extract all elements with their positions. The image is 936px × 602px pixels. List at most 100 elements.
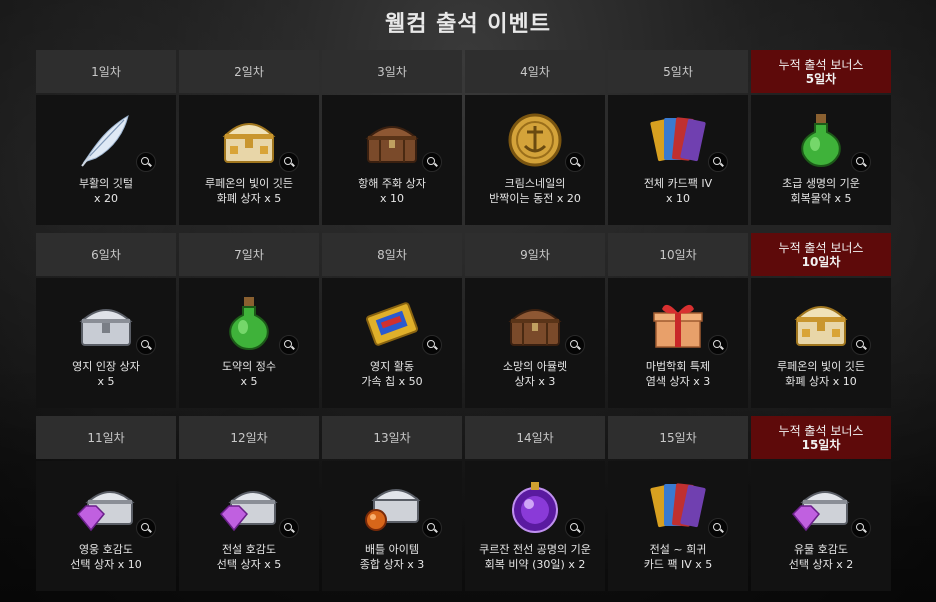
reward-body: 마법학회 특제 염색 상자 x 3 xyxy=(608,278,748,408)
reward-quantity: 화폐 상자 x 10 xyxy=(785,375,857,388)
reward-quantity: x 10 xyxy=(665,192,690,205)
gem-chest-icon xyxy=(74,474,156,538)
purple-orb-icon xyxy=(503,474,585,538)
reward-body: 루페온의 빛이 깃든 화폐 상자 x 5 xyxy=(179,95,319,225)
magnifier-icon[interactable] xyxy=(422,518,442,538)
reward-body: 항해 주화 상자 x 10 xyxy=(322,95,462,225)
day-header: 5일차 xyxy=(608,50,748,93)
card-pack-icon xyxy=(646,108,728,172)
reward-body: 전설 ~ 희귀 카드 팩 IV x 5 xyxy=(608,461,748,591)
reward-name-line: 쿠르잔 전선 공명의 기운 xyxy=(479,543,591,556)
reward-body: 초급 생명의 기운 회복물약 x 5 xyxy=(751,95,891,225)
magnifier-icon[interactable] xyxy=(565,335,585,355)
day-label: 9일차 xyxy=(520,248,550,262)
reward-cell: 15일차전설 ~ 희귀 카드 팩 IV x 5 xyxy=(608,416,748,591)
day-header: 2일차 xyxy=(179,50,319,93)
reward-name: 소망의 아뮬렛 상자 x 3 xyxy=(469,359,601,389)
day-label: 7일차 xyxy=(234,248,264,262)
reward-quantity: 회복물약 x 5 xyxy=(790,192,852,205)
day-header: 10일차 xyxy=(608,233,748,276)
reward-name: 전설 ~ 희귀 카드 팩 IV x 5 xyxy=(612,542,744,572)
day-label: 4일차 xyxy=(520,65,550,79)
day-header: 4일차 xyxy=(465,50,605,93)
reward-cell: 1일차 부활의 깃털 x 20 xyxy=(36,50,176,225)
reward-cell: 7일차도약의 정수 x 5 xyxy=(179,233,319,408)
day-header: 12일차 xyxy=(179,416,319,459)
reward-name-line: 전체 카드팩 IV xyxy=(643,177,713,190)
magnifier-icon[interactable] xyxy=(279,335,299,355)
reward-name-line: 영지 활동 xyxy=(370,360,414,373)
reward-cell: 2일차 루페온의 빛이 깃든 화폐 상자 x 5 xyxy=(179,50,319,225)
magnifier-icon[interactable] xyxy=(422,152,442,172)
wooden-chest-icon xyxy=(360,108,442,172)
reward-name-line: 영웅 호감도 xyxy=(78,543,134,556)
day-header: 7일차 xyxy=(179,233,319,276)
green-potion-icon xyxy=(217,291,299,355)
reward-name: 쿠르잔 전선 공명의 기운 회복 비약 (30일) x 2 xyxy=(469,542,601,572)
silver-chest-icon xyxy=(74,291,156,355)
reward-name-line: 영지 인장 상자 xyxy=(72,360,140,373)
reward-body: 전설 호감도 선택 상자 x 5 xyxy=(179,461,319,591)
reward-name: 루페온의 빛이 깃든화폐 상자 x 10 xyxy=(755,359,887,389)
reward-name-line: 루페온의 빛이 깃든 xyxy=(777,360,865,373)
reward-name-line: 부활의 깃털 xyxy=(78,177,134,190)
reward-name: 초급 생명의 기운 회복물약 x 5 xyxy=(755,176,887,206)
reward-name-line: 소망의 아뮬렛 xyxy=(502,360,568,373)
day-label: 13일차 xyxy=(373,431,411,445)
day-label: 11일차 xyxy=(87,431,125,445)
reward-cell: 9일차소망의 아뮬렛 상자 x 3 xyxy=(465,233,605,408)
reward-quantity: 종합 상자 x 3 xyxy=(359,558,425,571)
reward-name-line: 루페온의 빛이 깃든 xyxy=(205,177,293,190)
reward-quantity: x 10 xyxy=(379,192,404,205)
gem-chest-icon xyxy=(789,474,871,538)
magnifier-icon[interactable] xyxy=(708,152,728,172)
day-label: 14일차 xyxy=(516,431,554,445)
reward-name: 영지 인장 상자 x 5 xyxy=(40,359,172,389)
reward-name: 유물 호감도 선택 상자 x 2 xyxy=(755,542,887,572)
bonus-header: 누적 출석 보너스 5일차 xyxy=(751,50,891,93)
reward-name: 배틀 아이템 종합 상자 x 3 xyxy=(326,542,458,572)
reward-quantity: 가속 칩 x 50 xyxy=(361,375,423,388)
magnifier-icon[interactable] xyxy=(708,335,728,355)
day-label: 15일차 xyxy=(659,431,697,445)
reward-quantity: 선택 상자 x 5 xyxy=(216,558,282,571)
day-header: 11일차 xyxy=(36,416,176,459)
reward-body: 배틀 아이템 종합 상자 x 3 xyxy=(322,461,462,591)
gold-ticket-icon xyxy=(360,291,442,355)
attendance-row: 6일차 영지 인장 상자 x 5 7일차 도약의 정수 x 5 8일차 영지 활동 가속 칩 x… xyxy=(36,233,916,408)
magnifier-icon[interactable] xyxy=(136,152,156,172)
magnifier-icon[interactable] xyxy=(851,335,871,355)
magnifier-icon[interactable] xyxy=(565,152,585,172)
magnifier-icon[interactable] xyxy=(136,518,156,538)
magnifier-icon[interactable] xyxy=(851,518,871,538)
magnifier-icon[interactable] xyxy=(279,152,299,172)
day-label: 5일차 xyxy=(663,65,693,79)
day-label: 1일차 xyxy=(91,65,121,79)
reward-name-line: 전설 ~ 희귀 xyxy=(649,543,707,556)
reward-name: 전설 호감도 선택 상자 x 5 xyxy=(183,542,315,572)
reward-name: 영지 활동가속 칩 x 50 xyxy=(326,359,458,389)
day-header: 6일차 xyxy=(36,233,176,276)
magnifier-icon[interactable] xyxy=(565,518,585,538)
day-header: 3일차 xyxy=(322,50,462,93)
magnifier-icon[interactable] xyxy=(279,518,299,538)
reward-cell: 10일차 마법학회 특제 염색 상자 x 3 xyxy=(608,233,748,408)
bonus-reward-cell: 누적 출석 보너스 5일차초급 생명의 기운 회복물약 x 5 xyxy=(751,50,891,225)
reward-quantity: 반짝이는 동전 x 20 xyxy=(489,192,581,205)
gold-chest-icon xyxy=(789,291,871,355)
reward-name-line: 크림스네일의 xyxy=(504,177,566,190)
reward-body: 영지 활동가속 칩 x 50 xyxy=(322,278,462,408)
reward-cell: 14일차쿠르잔 전선 공명의 기운 회복 비약 (30일) x 2 xyxy=(465,416,605,591)
day-header: 1일차 xyxy=(36,50,176,93)
bonus-header: 누적 출석 보너스 10일차 xyxy=(751,233,891,276)
magnifier-icon[interactable] xyxy=(708,518,728,538)
attendance-row: 1일차 부활의 깃털 x 20 2일차 루페온의 빛이 깃든 화폐 상자 x 5 3일차 항해… xyxy=(36,50,916,225)
reward-body: 루페온의 빛이 깃든화폐 상자 x 10 xyxy=(751,278,891,408)
reward-cell: 11일차 영웅 호감도 선택 상자 x 10 xyxy=(36,416,176,591)
magnifier-icon[interactable] xyxy=(851,152,871,172)
day-header: 15일차 xyxy=(608,416,748,459)
magnifier-icon[interactable] xyxy=(136,335,156,355)
reward-body: 도약의 정수 x 5 xyxy=(179,278,319,408)
reward-name-line: 마법학회 특제 xyxy=(645,360,711,373)
magnifier-icon[interactable] xyxy=(422,335,442,355)
